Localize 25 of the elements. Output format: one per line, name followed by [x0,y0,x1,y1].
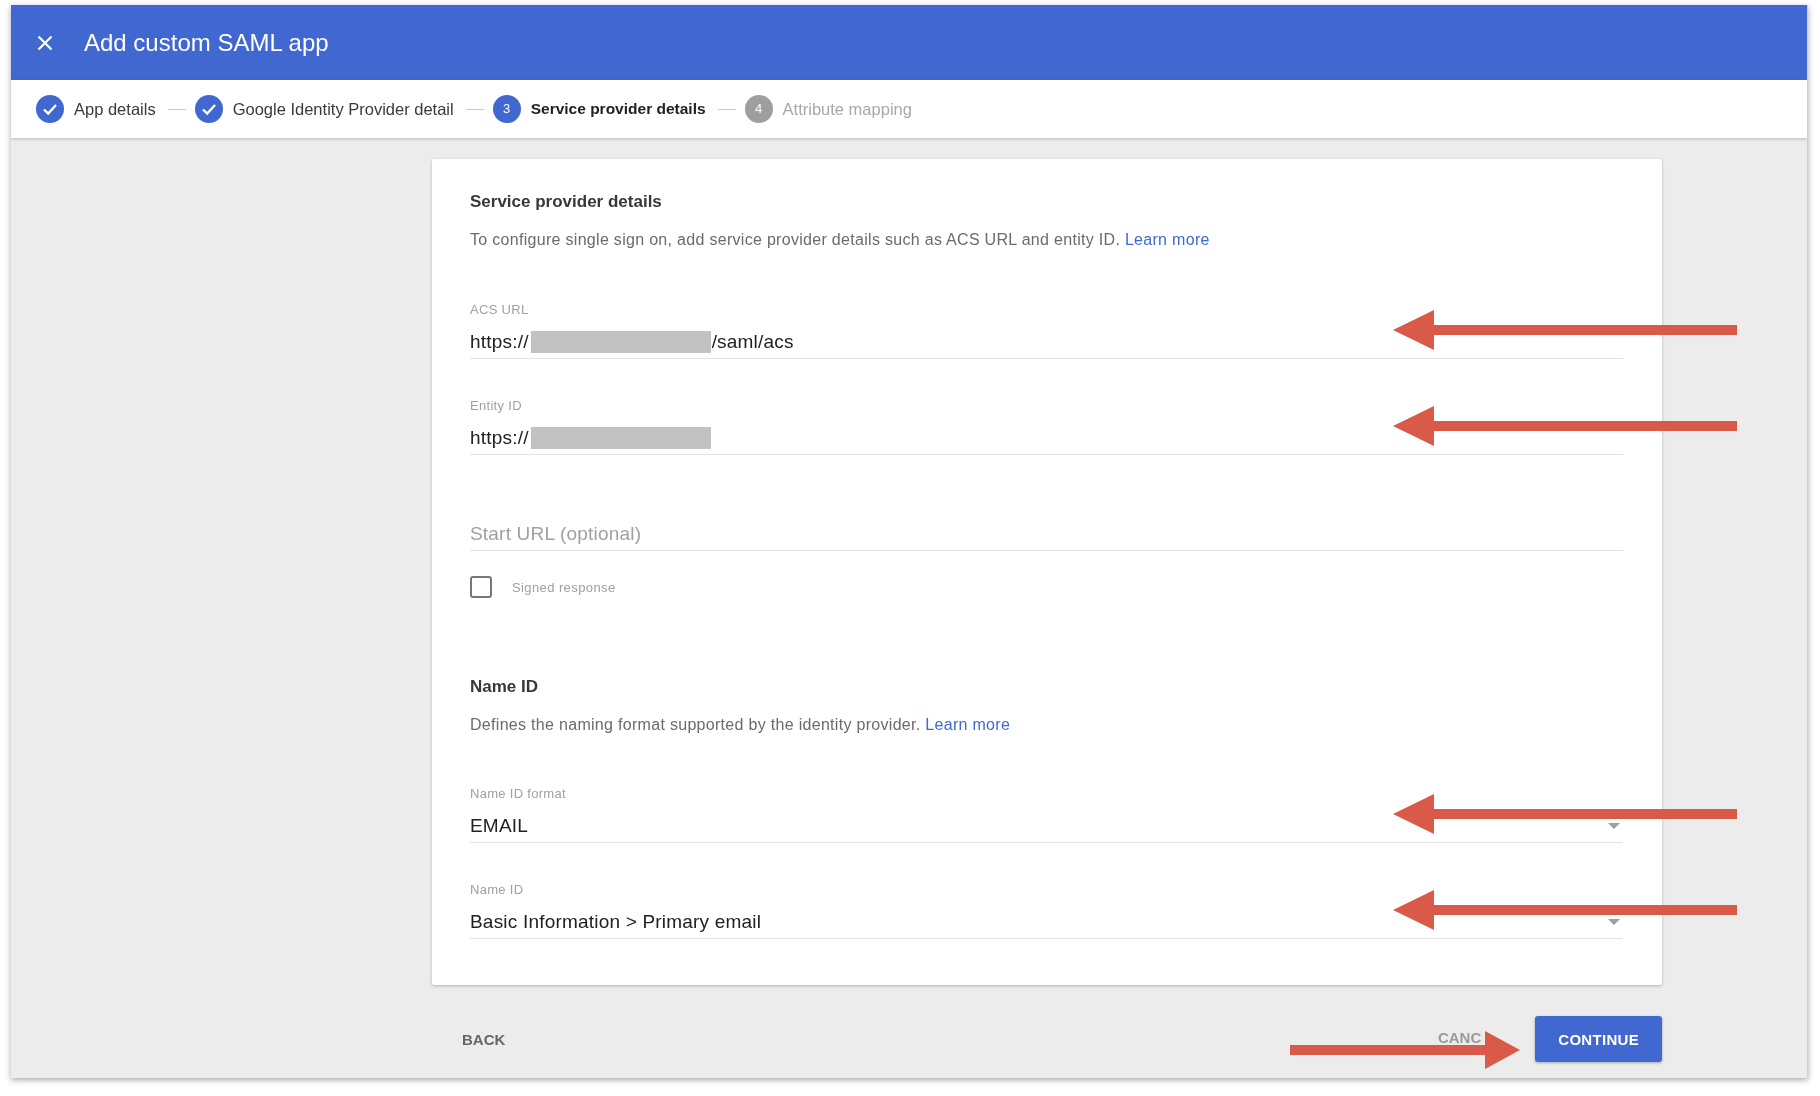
caret-down-icon [1608,823,1620,829]
close-icon [37,34,53,51]
field-label: Name ID format [470,787,567,801]
step-number: 4 [744,95,773,123]
back-button[interactable]: BACK [454,1022,514,1056]
caret-down-icon [1608,919,1620,925]
continue-button[interactable]: CONTINUE [1535,1016,1662,1062]
step-label: Google Identity Provider detail [232,99,454,119]
section-heading: Service provider details [470,191,663,213]
step-label: App details [74,99,156,119]
step-label: Service provider details [530,99,706,119]
learn-more-link[interactable]: Learn more [1124,231,1210,248]
description-text: To configure single sign on, add service provider details such as ACS URL and entity ID. [470,231,1121,248]
text-field[interactable]: Start URL (optional) [470,522,1623,551]
field-label: Name ID [470,883,525,897]
checkbox-label: Signed response [512,579,616,595]
section-heading: Name ID [470,676,540,698]
checkbox[interactable] [470,576,492,598]
window-title: Add custom SAML app [84,27,329,58]
step-number: 3 [492,95,521,123]
field-label: ACS URL [470,303,530,317]
description-text: Defines the naming format supported by the identity provider. [470,716,921,733]
field-label: Entity ID [470,399,523,413]
step-label: Attribute mapping [782,99,912,119]
learn-more-link[interactable]: Learn more [925,716,1011,733]
